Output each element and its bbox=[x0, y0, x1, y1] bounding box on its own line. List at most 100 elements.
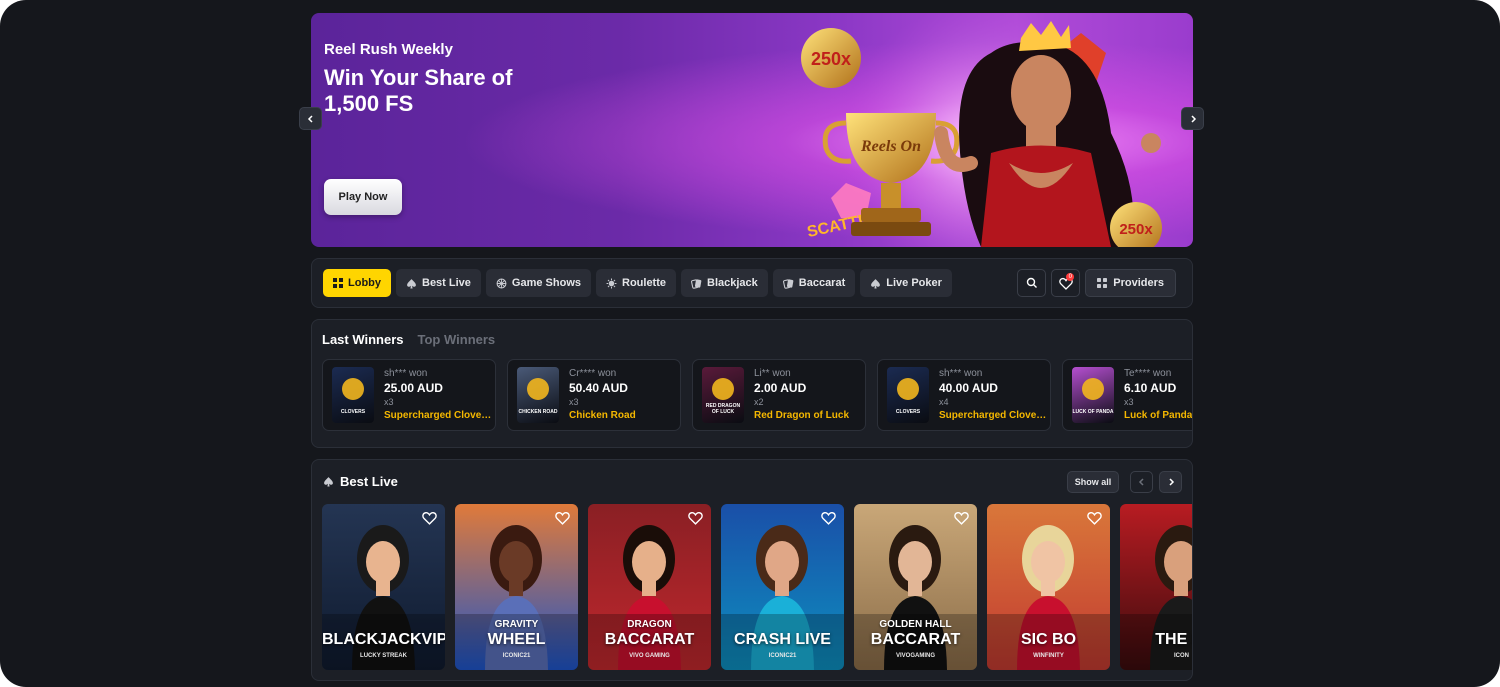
search-button[interactable] bbox=[1017, 269, 1047, 297]
favorite-heart-icon[interactable] bbox=[555, 511, 570, 525]
winner-game-link[interactable]: Luck of Panda bbox=[1124, 409, 1192, 423]
cards-icon bbox=[691, 278, 702, 289]
winner-game-link[interactable]: Red Dragon of Luck bbox=[754, 409, 862, 423]
live-game-card[interactable]: DRAGON BACCARAT VIVO GAMING bbox=[588, 504, 711, 670]
tab-best-live[interactable]: Best Live bbox=[396, 269, 481, 297]
game-thumbnail: CLOVERS bbox=[887, 367, 929, 423]
tab-label: Live Poker bbox=[886, 277, 942, 289]
winner-multiplier: x3 bbox=[1124, 397, 1134, 407]
carousel-next-button[interactable] bbox=[1159, 471, 1182, 493]
game-provider: VIVOGAMING bbox=[895, 653, 935, 659]
winner-card[interactable]: CLOVERS sh*** won 25.00 AUD x3 Superchar… bbox=[322, 359, 496, 431]
winner-multiplier: x3 bbox=[569, 397, 579, 407]
winner-user: sh*** won bbox=[939, 368, 983, 379]
thumb-label: LUCK OF PANDA bbox=[1072, 409, 1114, 415]
game-thumbnail: LUCK OF PANDA bbox=[1072, 367, 1114, 423]
winner-card[interactable]: RED DRAGON OF LUCK Li** won 2.00 AUD x2 … bbox=[692, 359, 866, 431]
game-title: CRASH LIVE bbox=[734, 631, 831, 648]
winner-card[interactable]: CLOVERS sh*** won 40.00 AUD x4 Superchar… bbox=[877, 359, 1051, 431]
favorite-heart-icon[interactable] bbox=[821, 511, 836, 525]
cards-icon bbox=[782, 278, 794, 289]
favorites-count-badge: 0 bbox=[1066, 273, 1075, 281]
tab-baccarat[interactable]: Baccarat bbox=[772, 269, 856, 297]
carousel-prev-button[interactable] bbox=[1130, 471, 1153, 493]
winner-game-link[interactable]: Supercharged Clover… bbox=[384, 409, 492, 423]
winner-amount: 40.00 AUD bbox=[939, 381, 998, 395]
favorite-heart-icon[interactable] bbox=[688, 511, 703, 525]
tab-label: Blackjack bbox=[707, 277, 758, 289]
svg-text:Reels On: Reels On bbox=[860, 138, 921, 155]
game-title: THE KI bbox=[1155, 631, 1192, 648]
tab-top-winners[interactable]: Top Winners bbox=[418, 332, 496, 347]
winners-list: CLOVERS sh*** won 25.00 AUD x3 Superchar… bbox=[322, 359, 1192, 431]
chevron-right-icon bbox=[1190, 114, 1196, 123]
providers-button[interactable]: Providers bbox=[1085, 269, 1176, 297]
winners-panel: Last Winners Top Winners CLOVERS sh*** w… bbox=[311, 319, 1193, 448]
live-game-card[interactable]: CRASH LIVE ICONIC21 bbox=[721, 504, 844, 670]
tab-lobby[interactable]: Lobby bbox=[323, 269, 391, 297]
winner-amount: 25.00 AUD bbox=[384, 381, 443, 395]
game-subtitle: GRAVITY bbox=[494, 619, 539, 630]
show-all-button[interactable]: Show all bbox=[1067, 471, 1119, 493]
thumb-label: CHICKEN ROAD bbox=[518, 409, 558, 415]
winner-info: sh*** won 25.00 AUD x3 Supercharged Clov… bbox=[384, 367, 492, 423]
chevron-right-icon bbox=[1168, 478, 1174, 486]
live-game-card[interactable]: GOLDEN HALL BACCARAT VIVOGAMING bbox=[854, 504, 977, 670]
winner-card[interactable]: CHICKEN ROAD Cr**** won 50.40 AUD x3 Chi… bbox=[507, 359, 681, 431]
game-provider: VIVO GAMING bbox=[629, 653, 670, 659]
game-provider: ICON bbox=[1174, 653, 1189, 659]
live-game-card[interactable]: THE KI ICON bbox=[1120, 504, 1192, 670]
winner-user: Cr**** won bbox=[569, 368, 617, 379]
thumb-label: CLOVERS bbox=[895, 409, 921, 415]
spade-icon bbox=[324, 477, 333, 487]
live-game-card[interactable]: GRAVITY WHEEL ICONIC21 bbox=[455, 504, 578, 670]
tab-roulette[interactable]: Roulette bbox=[596, 269, 676, 297]
winner-amount: 2.00 AUD bbox=[754, 381, 807, 395]
winner-user: Li** won bbox=[754, 368, 791, 379]
live-game-card[interactable]: SIC BO WINFINITY bbox=[987, 504, 1110, 670]
hero-prev-button[interactable] bbox=[299, 107, 322, 130]
play-now-button[interactable]: Play Now bbox=[324, 179, 402, 215]
chevron-left-icon bbox=[1138, 478, 1144, 486]
winner-game-link[interactable]: Chicken Road bbox=[569, 409, 677, 423]
game-provider: LUCKY STREAK bbox=[360, 653, 407, 659]
tab-label: Best Live bbox=[422, 277, 471, 289]
game-subtitle: GOLDEN HALL bbox=[879, 619, 952, 630]
winner-info: Te**** won 6.10 AUD x3 Luck of Panda bbox=[1124, 367, 1192, 423]
live-game-card[interactable]: BLACKJACKVIP LUCKY STREAK bbox=[322, 504, 445, 670]
hero-banner[interactable]: Reel Rush Weekly Win Your Share of 1,500… bbox=[311, 13, 1193, 247]
game-provider: ICONIC21 bbox=[502, 653, 531, 659]
favorites-button[interactable]: 0 bbox=[1051, 269, 1081, 297]
winner-amount: 6.10 AUD bbox=[1124, 381, 1177, 395]
grid-icon bbox=[1097, 278, 1108, 288]
game-thumbnail: CHICKEN ROAD bbox=[517, 367, 559, 423]
section-title: Best Live bbox=[323, 474, 398, 489]
favorite-heart-icon[interactable] bbox=[1087, 511, 1102, 525]
tab-game-shows[interactable]: Game Shows bbox=[485, 269, 591, 297]
game-title: WHEEL bbox=[487, 631, 546, 648]
favorite-heart-icon[interactable] bbox=[422, 511, 437, 525]
winner-multiplier: x3 bbox=[384, 397, 394, 407]
nav-actions: 0 Providers bbox=[1017, 269, 1176, 297]
game-title: BACCARAT bbox=[870, 631, 961, 648]
winners-tabs: Last Winners Top Winners bbox=[322, 332, 495, 347]
hero-next-button[interactable] bbox=[1181, 107, 1204, 130]
winner-card[interactable]: LUCK OF PANDA Te**** won 6.10 AUD x3 Luc… bbox=[1062, 359, 1192, 431]
spade-icon bbox=[871, 278, 881, 288]
tab-label: Lobby bbox=[348, 277, 381, 289]
tab-blackjack[interactable]: Blackjack bbox=[681, 269, 768, 297]
category-nav: Lobby Best Live Game Shows Roulette Blac… bbox=[311, 258, 1193, 308]
section-title-text: Best Live bbox=[340, 474, 398, 489]
winner-info: Li** won 2.00 AUD x2 Red Dragon of Luck bbox=[754, 367, 862, 423]
winner-game-link[interactable]: Supercharged Clover… bbox=[939, 409, 1047, 423]
winner-user: Te**** won bbox=[1124, 368, 1172, 379]
favorite-heart-icon[interactable] bbox=[954, 511, 969, 525]
tab-last-winners[interactable]: Last Winners bbox=[322, 332, 404, 347]
winner-multiplier: x2 bbox=[754, 397, 764, 407]
game-title: BACCARAT bbox=[604, 631, 695, 648]
winner-info: sh*** won 40.00 AUD x4 Supercharged Clov… bbox=[939, 367, 1047, 423]
spade-icon bbox=[407, 278, 416, 288]
tab-label: Baccarat bbox=[798, 277, 846, 289]
game-subtitle: DRAGON bbox=[627, 619, 672, 630]
tab-live-poker[interactable]: Live Poker bbox=[860, 269, 952, 297]
